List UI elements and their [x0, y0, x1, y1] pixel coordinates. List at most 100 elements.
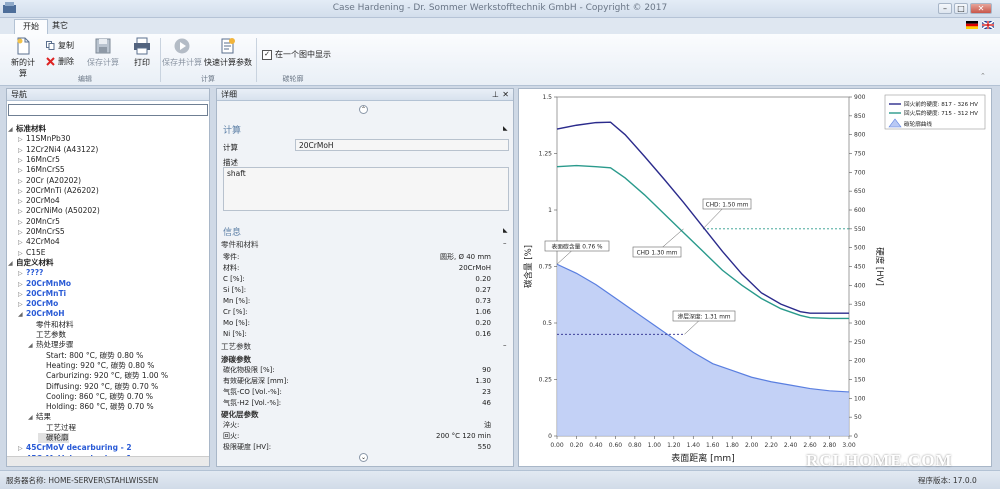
x-tick-label: 0.40 [589, 442, 603, 449]
save-and-calc-button[interactable]: 保存并计算 [162, 37, 202, 68]
tree-node[interactable]: Holding: 860 °C, 碳势 0.70 % [38, 402, 154, 412]
y-right-tick-label: 500 [854, 245, 866, 252]
tree-node[interactable]: Carburizing: 920 °C, 碳势 1.00 % [38, 371, 168, 381]
y-right-tick-label: 600 [854, 207, 866, 214]
collapse-up-icon[interactable]: ⌃ [359, 105, 368, 114]
property-key: Mn [%]: [223, 297, 251, 305]
property-key: Cr [%]: [223, 308, 248, 316]
section-arrow-icon[interactable]: ◣ [503, 125, 508, 132]
property-value: 200 °C 120 min [436, 432, 491, 440]
property-value: 46 [482, 399, 491, 407]
y-right-tick-label: 900 [854, 94, 866, 101]
nav-scrollbar[interactable] [7, 456, 209, 466]
show-in-one-checkbox[interactable]: ✓ 在一个图中显示 [262, 49, 331, 60]
copy-button[interactable]: 复制 [46, 40, 74, 51]
tab-start[interactable]: 开始 [14, 19, 48, 34]
x-tick-label: 0.20 [570, 442, 584, 449]
collapse-group-icon[interactable]: – [503, 239, 507, 247]
nav-search-input[interactable] [8, 104, 208, 116]
save-icon [95, 38, 111, 54]
property-row: 气氛-H2 [Vol.-%]: 46 [223, 398, 491, 408]
description-field[interactable]: shaft [223, 167, 509, 211]
x-axis-label: 表面距离 [mm] [671, 452, 734, 464]
pin-icon[interactable]: ⊥ [492, 89, 499, 101]
detail-pane: 详细 ⊥ ✕ ⌃ 计算 ◣ 计算 20CrMoH 描述 shaft 信息 ◣ 零… [216, 88, 514, 467]
tab-other[interactable]: 其它 [44, 19, 76, 34]
x-tick-label: 0.00 [550, 442, 564, 449]
y-right-tick-label: 250 [854, 339, 866, 346]
tree-node-label: 16MnCrS5 [26, 165, 65, 175]
tree-node[interactable]: 碳轮廓 [38, 433, 69, 443]
y-right-axis-label: 硬度 [HV] [874, 247, 885, 286]
tree-node-label: 20MnCr5 [26, 216, 60, 226]
property-key: Si [%]: [223, 286, 247, 294]
tree-node-label: 20CrMnMo [26, 278, 72, 288]
delete-button[interactable]: 删除 [46, 56, 74, 67]
ribbon-tab-row: 开始 其它 [0, 18, 1000, 34]
close-button[interactable]: ✕ [970, 3, 992, 14]
x-tick-label: 1.00 [648, 442, 662, 449]
watermark-text: RCLHOME.COM [806, 451, 953, 470]
tree-node[interactable]: 工艺参数 [28, 330, 66, 340]
property-value: 1.06 [475, 308, 491, 316]
server-name: 服务器名称: HOME-SERVER\STAHLWISSEN [6, 476, 159, 485]
new-calc-label: 新的计算 [11, 58, 35, 78]
x-tick-label: 2.00 [745, 442, 759, 449]
annotation-label: 渗层深度: 1.31 mm [677, 313, 730, 321]
germany-flag-icon[interactable] [966, 21, 978, 29]
property-key: 有效硬化层深 [mm]: [223, 377, 289, 385]
y-left-tick-label: 0.25 [539, 377, 553, 384]
harden-params-header: 硬化层参数 [221, 410, 259, 419]
x-tick-label: 0.60 [609, 442, 623, 449]
print-button[interactable]: 打印 [130, 37, 154, 68]
calc-name-field[interactable]: 20CrMoH [295, 139, 509, 151]
legend-label: 回火前的硬度: 817 - 326 HV [904, 100, 978, 108]
tree-node[interactable]: Heating: 920 °C, 碳势 0.80 % [38, 361, 154, 371]
y-right-tick-label: 50 [854, 414, 862, 421]
annotation-label: CHD: 1.50 mm [706, 203, 749, 209]
maximize-button[interactable]: □ [954, 3, 968, 14]
property-key: 气氛-H2 [Vol.-%]: [223, 399, 282, 407]
tree-node[interactable]: Cooling: 860 °C, 碳势 0.70 % [38, 392, 153, 402]
play-icon [174, 38, 190, 54]
y-right-tick-label: 650 [854, 188, 866, 195]
property-key: 材料: [223, 264, 240, 272]
x-tick-label: 1.20 [667, 442, 681, 449]
collapse-group-icon[interactable]: – [503, 341, 507, 349]
hardness-carbon-chart: 0.00 0.20 0.40 0.60 0.80 1.00 1.20 1.40 1.60 1.80… [523, 94, 986, 464]
detail-header: 详细 ⊥ ✕ [217, 89, 513, 101]
property-value: 油 [484, 421, 491, 429]
expanded-arrow-icon[interactable]: ◢ [18, 310, 26, 320]
collapse-down-icon[interactable]: ⌄ [359, 453, 368, 462]
tree-node[interactable]: Diffusing: 920 °C, 碳势 0.70 % [38, 382, 158, 392]
y-right-tick-label: 150 [854, 377, 866, 384]
property-key: 淬火: [223, 421, 240, 429]
y-left-tick-label: 1.5 [542, 94, 552, 101]
tree-node[interactable]: 零件和材料 [28, 320, 74, 330]
minimize-button[interactable]: – [938, 3, 952, 14]
tree-node-label: C15E [26, 247, 46, 257]
expanded-arrow-icon[interactable]: ◢ [28, 413, 36, 423]
expanded-arrow-icon[interactable]: ◢ [8, 259, 16, 269]
section-arrow-icon[interactable]: ◣ [503, 227, 508, 234]
property-row: Cr [%]: 1.06 [223, 307, 491, 317]
tree-node-label: 20CrMnTi [26, 288, 67, 298]
property-value: 20CrMoH [458, 264, 491, 272]
delete-icon [46, 57, 55, 66]
quick-params-button[interactable]: 快速计算参数 [204, 37, 252, 68]
tree-node[interactable]: Start: 800 °C, 碳势 0.80 % [38, 351, 143, 361]
x-tick-label: 2.20 [764, 442, 778, 449]
ribbon-collapse-icon[interactable]: ⌃ [980, 72, 986, 80]
tree-node-label: 20CrMo4 [26, 196, 60, 206]
new-calc-button[interactable]: 新的计算 [8, 37, 38, 79]
expanded-arrow-icon[interactable]: ◢ [8, 125, 16, 135]
tree-node-label: 20CrMo [26, 299, 59, 309]
uk-flag-icon[interactable] [982, 21, 994, 29]
save-calc-button[interactable]: 保存计算 [86, 37, 120, 68]
info-section-title: 信息 [223, 228, 242, 238]
tree-node[interactable]: 工艺过程 [38, 423, 76, 433]
close-pane-icon[interactable]: ✕ [502, 89, 509, 101]
expanded-arrow-icon[interactable]: ◢ [28, 341, 36, 351]
property-row: 有效硬化层深 [mm]: 1.30 [223, 376, 491, 386]
property-value: 0.73 [475, 297, 491, 305]
